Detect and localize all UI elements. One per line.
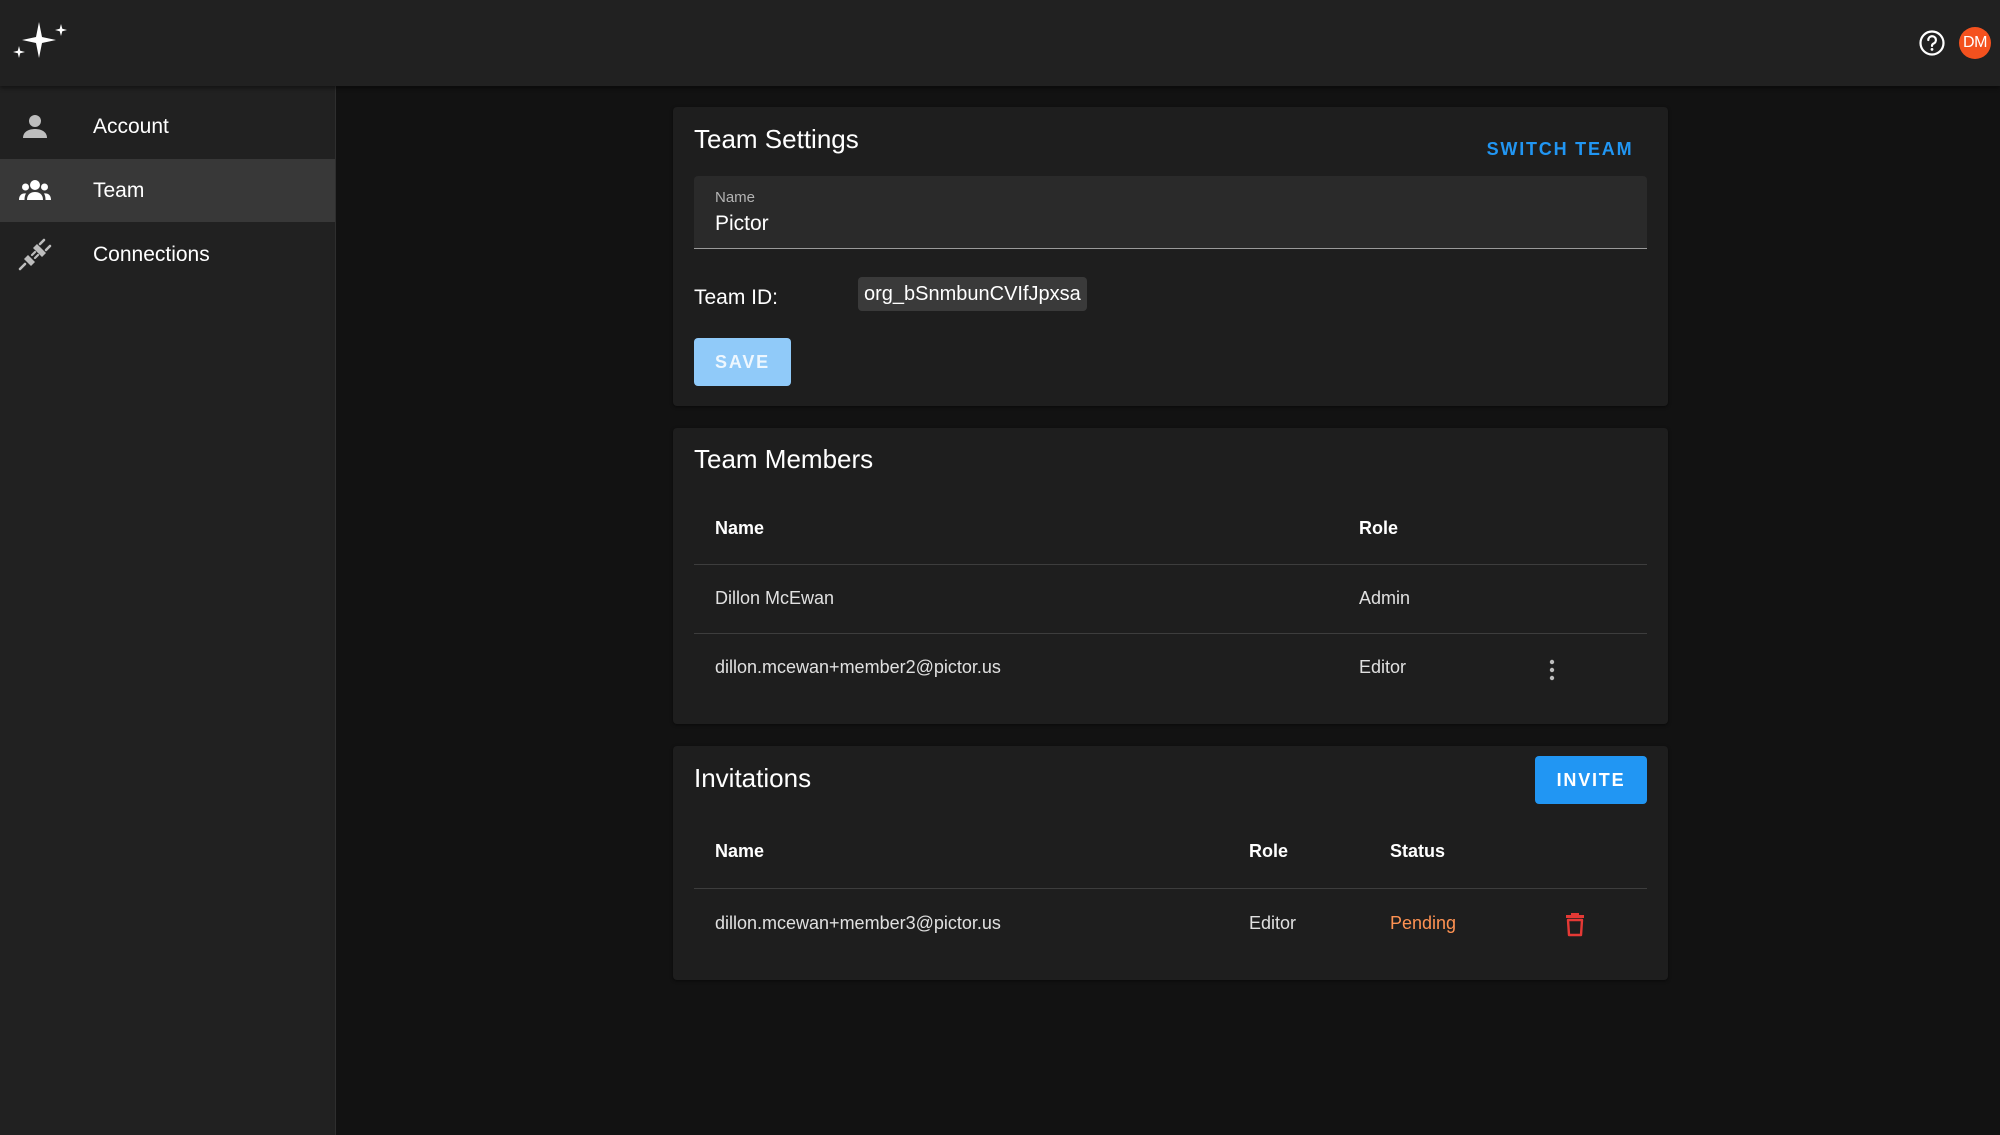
column-header-status: Status — [1390, 841, 1446, 861]
card-title: Team Members — [694, 444, 874, 474]
invitations-card: Invitations INVITE Name Role Status dill… — [673, 746, 1668, 980]
help-circle-icon[interactable] — [1918, 29, 1946, 57]
card-title: Team Settings — [694, 124, 859, 154]
status-badge: Pending — [1390, 913, 1457, 933]
member-role: Editor — [1359, 657, 1407, 677]
switch-team-button[interactable]: SWITCH TEAM — [1473, 129, 1647, 169]
team-name-input[interactable] — [715, 212, 1615, 236]
sidebar-item-label: Account — [93, 114, 169, 138]
divider — [694, 888, 1647, 889]
more-vert-icon[interactable] — [1540, 656, 1564, 684]
sidebar-item-account[interactable]: Account — [0, 95, 335, 158]
delete-icon[interactable] — [1562, 910, 1588, 938]
sidebar-item-label: Connections — [93, 242, 210, 266]
app-bar: DM — [0, 0, 2000, 86]
team-name-field[interactable]: Name — [694, 176, 1647, 249]
plug-icon — [18, 238, 52, 270]
team-id-value: org_bSnmbunCVIfJpxsa — [858, 277, 1087, 311]
team-id-label: Team ID: — [694, 286, 779, 309]
team-settings-card: Team Settings SWITCH TEAM Name Team ID: … — [673, 107, 1668, 406]
invite-role: Editor — [1249, 913, 1297, 933]
team-members-card: Team Members Name Role Dillon McEwan Adm… — [673, 428, 1668, 724]
sidebar-item-label: Team — [93, 178, 145, 202]
column-header-name: Name — [715, 518, 765, 538]
group-icon — [19, 179, 51, 200]
column-header-name: Name — [715, 841, 765, 861]
column-header-role: Role — [1359, 518, 1399, 538]
invite-button[interactable]: INVITE — [1535, 756, 1647, 804]
member-role: Admin — [1359, 588, 1411, 608]
user-avatar[interactable]: DM — [1959, 27, 1991, 59]
sparkle-logo-icon[interactable] — [10, 18, 70, 64]
save-button[interactable]: SAVE — [694, 338, 791, 386]
card-title: Invitations — [694, 763, 812, 793]
invite-name: dillon.mcewan+member3@pictor.us — [715, 913, 1001, 933]
person-icon — [23, 114, 47, 138]
sidebar-item-connections[interactable]: Connections — [0, 223, 335, 286]
divider — [694, 633, 1647, 634]
member-name: Dillon McEwan — [715, 588, 835, 608]
sidebar: Account Team Connections — [0, 86, 336, 1135]
divider — [694, 564, 1647, 565]
member-name: dillon.mcewan+member2@pictor.us — [715, 657, 1001, 677]
sidebar-item-team[interactable]: Team — [0, 159, 335, 222]
field-label: Name — [715, 189, 756, 206]
column-header-role: Role — [1249, 841, 1289, 861]
